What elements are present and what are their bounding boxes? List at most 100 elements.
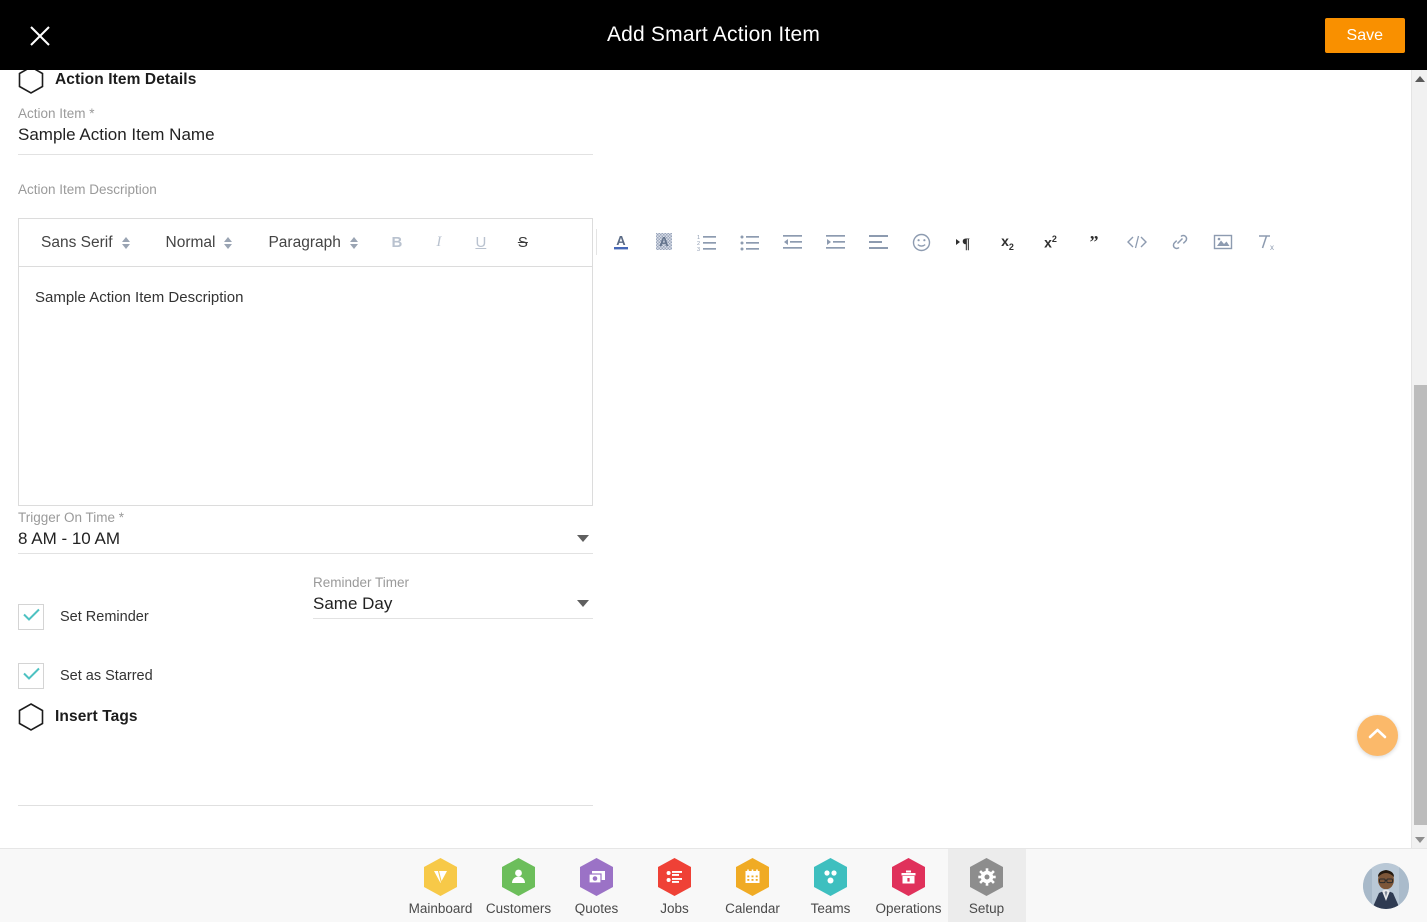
nav-item-mainboard[interactable]: Mainboard [402,849,480,922]
svg-text:”: ” [1089,233,1098,251]
svg-text:¶: ¶ [962,236,970,251]
block-picker-value: Paragraph [268,233,341,251]
form-scroll-area: Action Item Details Action Item * Sample… [0,70,1411,848]
nav-label: Quotes [574,900,619,916]
background-color-icon[interactable]: A [642,225,685,259]
align-icon[interactable] [857,225,900,259]
nav-label: Customers [485,900,552,916]
description-label: Action Item Description [18,182,157,197]
italic-glyph: I [436,234,442,250]
subscript-glyph: x2 [1001,232,1014,252]
size-picker[interactable]: Normal [162,234,237,252]
bold-glyph: B [391,234,403,251]
action-item-input[interactable]: Sample Action Item Name [18,121,593,155]
strike-glyph: S [517,234,528,251]
code-block-icon[interactable] [1115,225,1158,259]
nav-item-operations[interactable]: Operations [870,849,948,922]
nav-label: Operations [875,900,942,916]
section-title: Insert Tags [55,708,138,725]
scroll-down-arrow-icon[interactable] [1412,831,1427,848]
set-as-starred-checkbox[interactable] [18,663,44,689]
link-icon[interactable] [1158,225,1201,259]
scrollbar-thumb[interactable] [1414,385,1427,825]
section-action-item-details: Action Item Details [18,70,196,94]
hexagon-outline-icon [18,703,44,731]
indent-icon[interactable] [814,225,857,259]
operations-glyph [890,857,927,897]
scroll-to-top-button[interactable] [1357,715,1398,756]
action-item-label: Action Item * [18,106,95,121]
blockquote-icon[interactable]: ” [1072,225,1115,259]
bottom-navigation-bar: Mainboard Customers Quotes Jobs Calendar… [0,848,1427,922]
section-insert-tags[interactable]: Insert Tags [18,703,138,731]
bullet-list-icon[interactable] [728,225,771,259]
reminder-timer-value: Same Day [313,594,393,613]
outdent-icon[interactable] [771,225,814,259]
trigger-on-time-value: 8 AM - 10 AM [18,529,121,548]
section-title: Action Item Details [55,71,197,88]
chevron-updown-icon [224,236,233,249]
toolbar-separator [596,229,597,255]
scroll-up-arrow-icon[interactable] [1412,70,1427,87]
text-direction-icon[interactable]: ¶ [943,225,986,259]
editor-toolbar: Sans Serif Normal Paragraph B I U S [18,218,593,266]
block-picker[interactable]: Paragraph [264,234,361,252]
setup-glyph [968,857,1005,897]
nav-item-setup[interactable]: Setup [947,849,1026,922]
mainboard-glyph [422,857,459,897]
user-avatar[interactable] [1363,863,1409,909]
subscript-icon[interactable]: x2 [986,225,1029,259]
nav-item-customers[interactable]: Customers [480,849,558,922]
customers-icon [500,857,537,897]
set-as-starred-checkbox-row[interactable]: Set as Starred [18,663,153,689]
nav-item-quotes[interactable]: Quotes [558,849,636,922]
page-title: Add Smart Action Item [606,23,821,46]
operations-icon [890,857,927,897]
image-icon[interactable] [1201,225,1244,259]
trigger-on-time-select[interactable]: Trigger On Time * 8 AM - 10 AM [18,510,593,554]
hexagon-outline-icon [18,70,44,94]
vertical-scrollbar[interactable] [1411,70,1427,848]
customers-glyph [500,857,537,897]
svg-text:A: A [659,234,669,249]
description-text-area[interactable]: Sample Action Item Description [18,266,593,506]
chevron-updown-icon [349,236,358,249]
clear-format-icon[interactable]: x [1244,225,1287,259]
nav-item-jobs[interactable]: Jobs [636,849,714,922]
set-reminder-checkbox[interactable] [18,604,44,630]
reminder-timer-control[interactable]: Same Day [313,590,593,619]
description-editor: Sans Serif Normal Paragraph B I U S Samp… [18,218,593,506]
calendar-glyph [734,857,771,897]
underline-icon[interactable]: U [464,228,498,258]
add-smart-action-item-screen: Add Smart Action Item Save Action Item D… [0,0,1427,922]
bottom-nav-items: Mainboard Customers Quotes Jobs Calendar… [0,849,1427,922]
emoji-icon[interactable] [900,225,943,259]
set-as-starred-label: Set as Starred [60,668,153,684]
set-reminder-checkbox-row[interactable]: Set Reminder [18,604,149,630]
reminder-timer-label: Reminder Timer [313,575,410,590]
trigger-on-time-label: Trigger On Time * [18,510,125,525]
superscript-icon[interactable]: x2 [1029,225,1072,259]
reminder-timer-select[interactable]: Reminder Timer Same Day [313,575,593,619]
jobs-glyph [656,857,693,897]
nav-label: Jobs [660,900,689,916]
teams-glyph [812,857,849,897]
bold-icon[interactable]: B [380,228,414,258]
strike-icon[interactable]: S [506,228,540,258]
svg-text:3: 3 [697,247,700,251]
setup-icon [968,857,1005,897]
ordered-list-icon[interactable]: 1 2 3 [685,225,728,259]
jobs-icon [656,857,693,897]
superscript-glyph: x2 [1044,233,1057,251]
trigger-on-time-control[interactable]: 8 AM - 10 AM [18,525,593,554]
quotes-icon [578,857,615,897]
italic-icon[interactable]: I [422,228,456,258]
save-button[interactable]: Save [1324,18,1405,53]
nav-label: Setup [968,900,1005,916]
check-icon [22,667,40,685]
text-color-icon[interactable]: A [599,225,642,259]
chevron-updown-icon [121,236,130,249]
font-picker[interactable]: Sans Serif [37,234,134,252]
nav-item-teams[interactable]: Teams [792,849,870,922]
nav-item-calendar[interactable]: Calendar [714,849,792,922]
